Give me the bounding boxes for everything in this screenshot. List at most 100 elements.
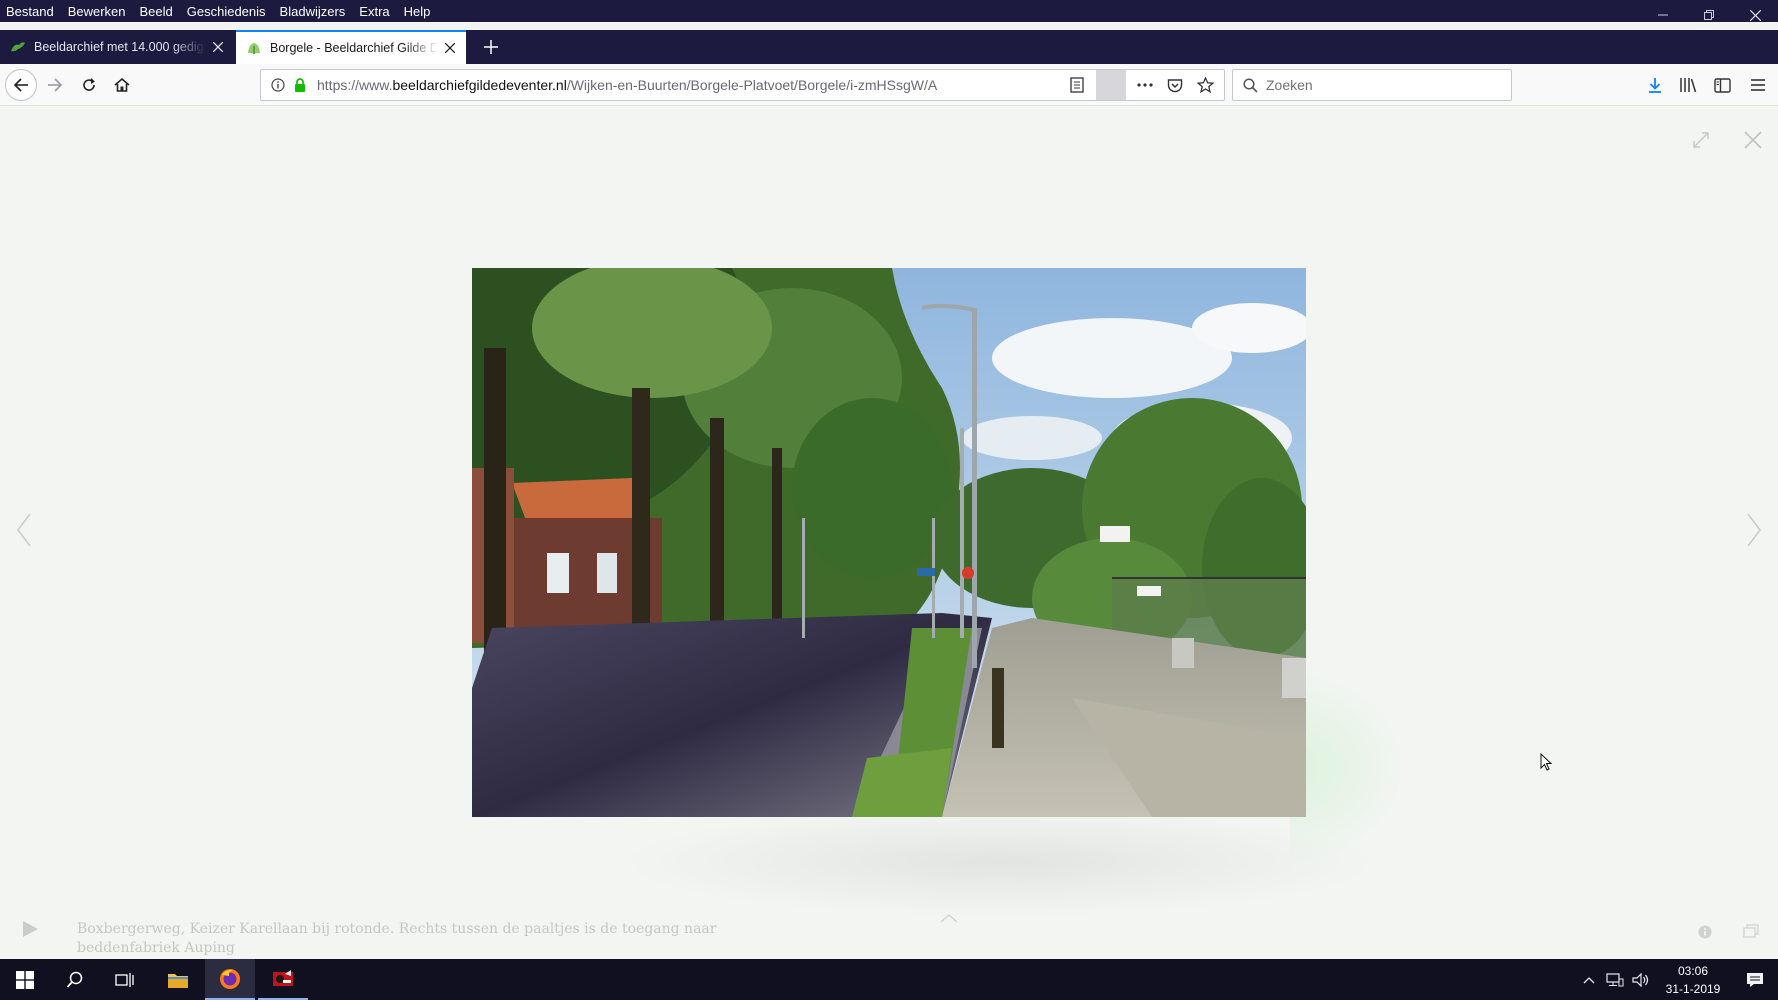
- forward-button[interactable]: [39, 69, 71, 101]
- divider: [1096, 70, 1126, 100]
- pocket-button[interactable]: [1160, 70, 1190, 100]
- app-taskbar-button[interactable]: [258, 959, 308, 1000]
- file-explorer-button[interactable]: [153, 959, 203, 1000]
- download-icon: [1649, 77, 1661, 93]
- network-icon[interactable]: [1602, 972, 1628, 987]
- tab-close-button[interactable]: [210, 39, 226, 55]
- reload-button[interactable]: [73, 69, 105, 101]
- restore-button[interactable]: [1686, 0, 1732, 30]
- menu-item-bestand[interactable]: Bestand: [0, 4, 61, 19]
- navigation-toolbar: https://www.beeldarchiefgildedeventer.nl…: [0, 64, 1778, 106]
- pocket-icon: [1167, 78, 1183, 92]
- menu-bar: Bestand Bewerken Beeld Geschiedenis Blad…: [0, 0, 1778, 22]
- url-actions: [1062, 70, 1220, 100]
- firefox-taskbar-button[interactable]: [205, 959, 255, 1000]
- clock-date: 31-1-2019: [1665, 981, 1721, 996]
- volume-icon[interactable]: [1628, 972, 1654, 987]
- photo-info-button[interactable]: [1698, 925, 1712, 944]
- reload-icon: [83, 78, 95, 91]
- menu-item-bladwijzers[interactable]: Bladwijzers: [273, 4, 353, 19]
- folder-icon: [168, 973, 188, 988]
- action-center-button[interactable]: [1732, 972, 1778, 988]
- street-photo: [472, 268, 1306, 817]
- tab-title: Borgele - Beeldarchief Gilde De: [270, 41, 438, 55]
- task-view-button[interactable]: [100, 959, 150, 1000]
- info-icon[interactable]: [265, 78, 291, 92]
- tab-close-button[interactable]: [442, 40, 458, 56]
- search-bar[interactable]: [1232, 69, 1512, 101]
- sidebar-toggle-button[interactable]: [1706, 69, 1738, 101]
- page-actions-button[interactable]: [1130, 70, 1160, 100]
- search-icon: [66, 971, 83, 988]
- next-photo-button[interactable]: [1746, 513, 1762, 552]
- minimize-icon: [1658, 14, 1668, 16]
- notification-icon: [1747, 972, 1763, 987]
- gallery-button[interactable]: [1743, 924, 1759, 943]
- system-tray: 03:06 31-1-2019: [1576, 959, 1778, 1000]
- clock-time: 03:06: [1677, 963, 1709, 978]
- window-controls: [1640, 0, 1778, 30]
- tab-borgele[interactable]: Borgele - Beeldarchief Gilde De: [236, 30, 466, 64]
- close-icon: [1749, 9, 1761, 21]
- slideshow-play-button[interactable]: [20, 919, 40, 944]
- new-tab-button[interactable]: [474, 30, 508, 64]
- menu-item-help[interactable]: Help: [397, 4, 438, 19]
- arrow-left-icon: [13, 78, 28, 92]
- library-button[interactable]: [1672, 69, 1704, 101]
- firefox-icon: [220, 968, 240, 989]
- search-taskbar-button[interactable]: [50, 959, 100, 1000]
- lock-icon[interactable]: [291, 78, 309, 92]
- close-lightbox-button[interactable]: [1744, 129, 1762, 155]
- lightbox-page: Boxbergerweg, Keizer Karellaan bij roton…: [0, 107, 1778, 959]
- mouse-cursor-icon: [1540, 752, 1553, 776]
- tab-title: Beeldarchief met 14.000 gedigi: [34, 40, 206, 54]
- bookmark-star-button[interactable]: [1190, 70, 1220, 100]
- url-domain: beeldarchiefgildedeventer.nl: [392, 77, 567, 93]
- arrow-right-icon: [48, 78, 63, 92]
- chevron-up-icon: [1583, 976, 1595, 983]
- reader-view-icon: [1070, 77, 1084, 93]
- expand-caption-button[interactable]: [940, 910, 958, 928]
- clock[interactable]: 03:06 31-1-2019: [1654, 962, 1732, 998]
- reader-view-button[interactable]: [1062, 70, 1092, 100]
- show-hidden-icons-button[interactable]: [1576, 976, 1602, 984]
- info-icon: [1698, 925, 1712, 939]
- start-button[interactable]: [0, 959, 50, 1000]
- sidebar-icon: [1713, 77, 1731, 93]
- hamburger-icon: [1751, 79, 1765, 91]
- chevron-left-icon: [17, 513, 31, 547]
- search-icon: [1243, 77, 1258, 93]
- url-bar[interactable]: https://www.beeldarchiefgildedeventer.nl…: [260, 69, 1225, 101]
- photo-frame: [472, 268, 1306, 817]
- menu-item-beeld[interactable]: Beeld: [133, 4, 180, 19]
- menu-button[interactable]: [1742, 69, 1774, 101]
- menu-item-extra[interactable]: Extra: [352, 4, 396, 19]
- minimize-button[interactable]: [1640, 0, 1686, 30]
- search-input[interactable]: [1266, 77, 1486, 93]
- home-icon: [114, 77, 130, 92]
- previous-photo-button[interactable]: [16, 513, 32, 552]
- gallery-icon: [1743, 924, 1759, 938]
- taskbar: 03:06 31-1-2019: [0, 959, 1778, 1000]
- restore-icon: [1704, 10, 1714, 20]
- photo-caption: Boxbergerweg, Keizer Karellaan bij roton…: [77, 921, 717, 956]
- close-icon: [1744, 131, 1762, 149]
- tab-beeldarchief[interactable]: Beeldarchief met 14.000 gedigi: [0, 30, 234, 64]
- tab-bar: Beeldarchief met 14.000 gedigi Borgele -…: [0, 30, 1778, 64]
- chevron-right-icon: [1747, 513, 1761, 547]
- downloads-button[interactable]: [1639, 69, 1671, 101]
- fullscreen-button[interactable]: [1692, 129, 1710, 155]
- menu-item-geschiedenis[interactable]: Geschiedenis: [180, 4, 273, 19]
- menu-item-bewerken[interactable]: Bewerken: [61, 4, 133, 19]
- library-icon: [1680, 78, 1697, 93]
- photo-glow: [1290, 667, 1410, 867]
- plus-icon: [484, 40, 498, 54]
- leaf-favicon-icon: [11, 42, 25, 52]
- back-button[interactable]: [5, 69, 37, 101]
- leaf-favicon-icon: [248, 43, 260, 54]
- expand-icon: [1693, 132, 1709, 148]
- home-button[interactable]: [106, 69, 138, 101]
- close-icon: [445, 43, 455, 53]
- close-window-button[interactable]: [1732, 0, 1778, 30]
- url-text[interactable]: https://www.beeldarchiefgildedeventer.nl…: [317, 77, 937, 93]
